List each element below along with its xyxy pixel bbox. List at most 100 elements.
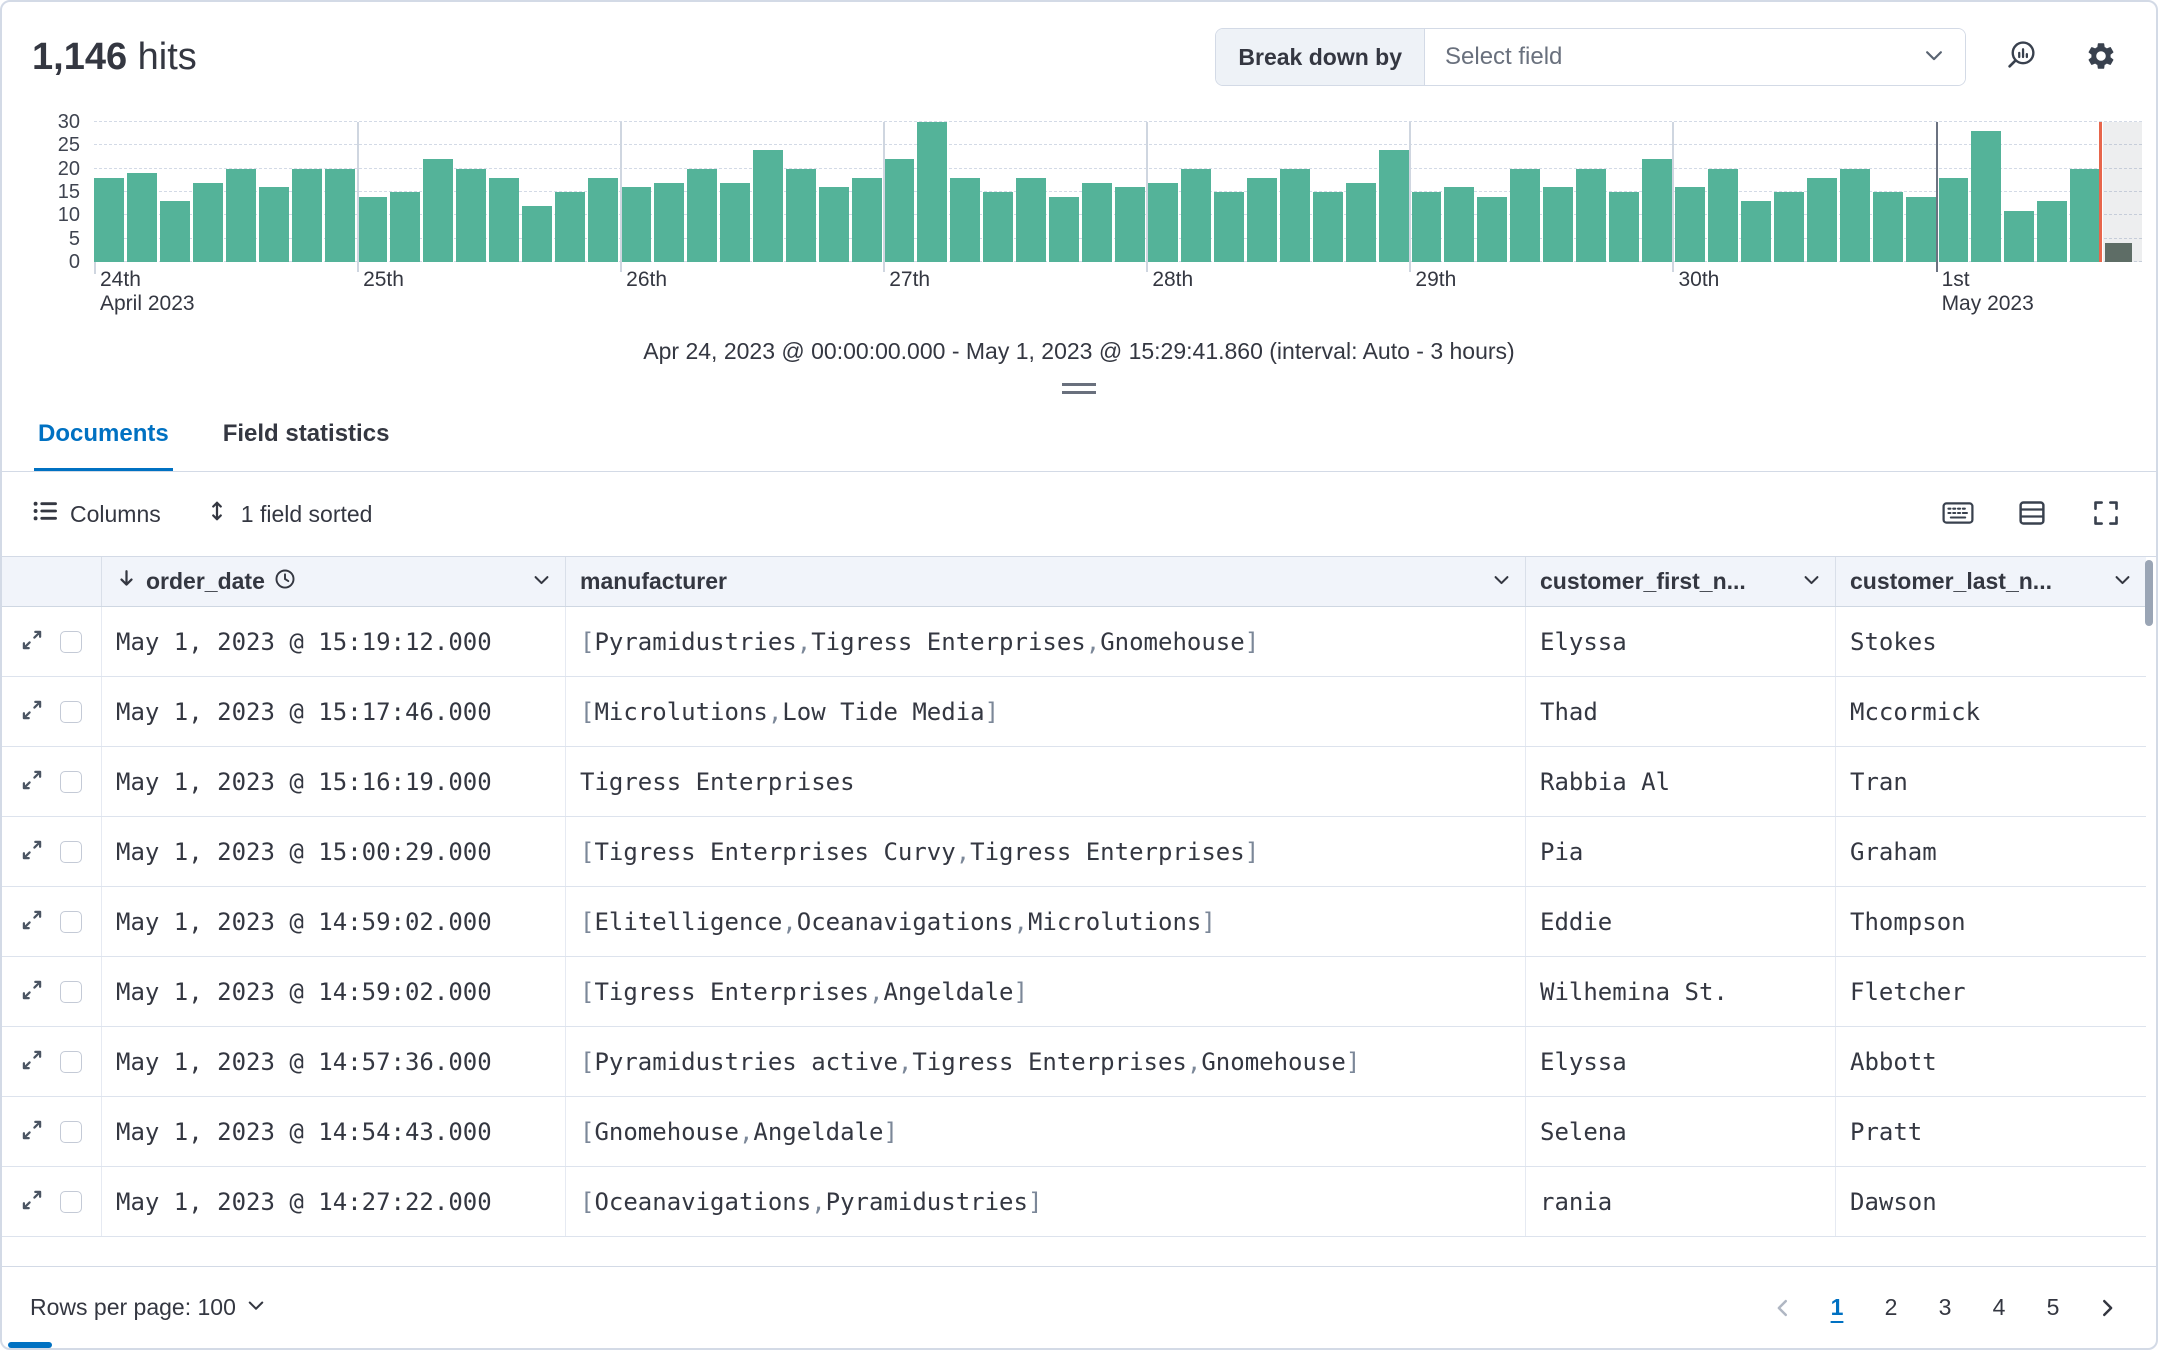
histogram-bar[interactable] [1543, 187, 1573, 262]
histogram-bar[interactable] [1609, 192, 1639, 262]
histogram-bar[interactable] [456, 169, 486, 262]
histogram-bar[interactable] [2004, 211, 2034, 262]
expand-row-button[interactable] [18, 978, 46, 1006]
histogram-bar[interactable] [1971, 131, 2001, 262]
histogram-bar[interactable] [489, 178, 519, 262]
histogram-bar[interactable] [1510, 169, 1540, 262]
histogram-bar[interactable] [852, 178, 882, 262]
histogram-bar[interactable] [390, 192, 420, 262]
row-checkbox[interactable] [60, 631, 82, 653]
breakdown-field-select[interactable]: Select field [1425, 29, 1965, 85]
histogram-bar[interactable] [423, 159, 453, 262]
header-cell-manufacturer[interactable]: manufacturer [566, 557, 1526, 606]
header-cell-customer_last_name[interactable]: customer_last_n... [1836, 557, 2146, 606]
histogram-bar[interactable] [2037, 201, 2067, 262]
histogram-bar[interactable] [1807, 178, 1837, 262]
histogram-bar[interactable] [193, 183, 223, 262]
histogram-bar[interactable] [94, 178, 124, 262]
histogram-bar[interactable] [1379, 150, 1409, 262]
row-checkbox[interactable] [60, 981, 82, 1003]
histogram-bar[interactable] [1576, 169, 1606, 262]
histogram-bar[interactable] [1939, 178, 1969, 262]
column-menu-chevron-icon[interactable] [1802, 568, 1821, 595]
histogram-bar[interactable] [1214, 192, 1244, 262]
row-checkbox[interactable] [60, 701, 82, 723]
row-checkbox[interactable] [60, 771, 82, 793]
header-cell-customer_first_name[interactable]: customer_first_n... [1526, 557, 1836, 606]
histogram-bar[interactable] [1016, 178, 1046, 262]
expand-row-button[interactable] [18, 698, 46, 726]
histogram-bar[interactable] [1247, 178, 1277, 262]
histogram-bar[interactable] [621, 187, 651, 262]
expand-row-button[interactable] [18, 1188, 46, 1216]
histogram-bar[interactable] [292, 169, 322, 262]
rows-per-page-button[interactable]: Rows per page: 100 [30, 1294, 266, 1321]
expand-row-button[interactable] [18, 628, 46, 656]
next-page-button[interactable] [2086, 1285, 2128, 1331]
tab-field-statistics[interactable]: Field statistics [219, 414, 394, 471]
histogram-bar[interactable] [1840, 169, 1870, 262]
columns-button[interactable]: Columns [32, 498, 161, 530]
histogram-bar[interactable] [917, 122, 947, 262]
histogram-bar[interactable] [753, 150, 783, 262]
sort-fields-button[interactable]: 1 field sorted [205, 499, 373, 529]
histogram-bar[interactable] [226, 169, 256, 262]
column-menu-chevron-icon[interactable] [532, 568, 551, 595]
row-checkbox[interactable] [60, 1121, 82, 1143]
histogram-bar[interactable] [127, 173, 157, 262]
edit-visualization-button[interactable] [1996, 32, 2046, 82]
histogram-bar[interactable] [1181, 169, 1211, 262]
histogram-bar[interactable] [1412, 192, 1442, 262]
display-options-button[interactable] [2012, 496, 2052, 532]
histogram-bar[interactable] [1708, 169, 1738, 262]
page-2-button[interactable]: 2 [1870, 1285, 1912, 1331]
expand-row-button[interactable] [18, 1048, 46, 1076]
histogram-bar[interactable] [1774, 192, 1804, 262]
histogram-bar[interactable] [885, 159, 915, 262]
histogram-bar[interactable] [555, 192, 585, 262]
histogram-bar[interactable] [160, 201, 190, 262]
histogram-bar[interactable] [1741, 201, 1771, 262]
histogram-bar[interactable] [1280, 169, 1310, 262]
histogram-bar[interactable] [1873, 192, 1903, 262]
histogram-bar[interactable] [1906, 197, 1936, 262]
histogram-bar[interactable] [588, 178, 618, 262]
histogram-bar[interactable] [1346, 183, 1376, 262]
page-1-button[interactable]: 1 [1816, 1285, 1858, 1331]
expand-row-button[interactable] [18, 768, 46, 796]
panel-resize-handle[interactable] [1062, 383, 1096, 394]
expand-row-button[interactable] [18, 908, 46, 936]
histogram-bar[interactable] [819, 187, 849, 262]
histogram-bar[interactable] [1675, 187, 1705, 262]
histogram-bar[interactable] [1477, 197, 1507, 262]
histogram-bar[interactable] [2070, 169, 2100, 262]
horizontal-scrollbar-thumb[interactable] [8, 1342, 52, 1348]
histogram-bar[interactable] [522, 206, 552, 262]
row-checkbox[interactable] [60, 911, 82, 933]
histogram-bar[interactable] [720, 183, 750, 262]
histogram-bar[interactable] [1313, 192, 1343, 262]
histogram-bar[interactable] [358, 197, 388, 262]
keyboard-shortcuts-button[interactable] [1938, 496, 1978, 532]
histogram-bar[interactable] [1082, 183, 1112, 262]
fullscreen-button[interactable] [2086, 496, 2126, 532]
tab-documents[interactable]: Documents [34, 414, 173, 471]
column-menu-chevron-icon[interactable] [2113, 568, 2132, 595]
page-3-button[interactable]: 3 [1924, 1285, 1966, 1331]
page-4-button[interactable]: 4 [1978, 1285, 2020, 1331]
histogram-bar[interactable] [786, 169, 816, 262]
histogram-bar[interactable] [687, 169, 717, 262]
histogram-bar[interactable] [1444, 187, 1474, 262]
row-checkbox[interactable] [60, 841, 82, 863]
histogram-bar[interactable] [983, 192, 1013, 262]
histogram-bar[interactable] [654, 183, 684, 262]
histogram-bar[interactable] [950, 178, 980, 262]
row-checkbox[interactable] [60, 1191, 82, 1213]
histogram-bar[interactable] [1115, 187, 1145, 262]
page-5-button[interactable]: 5 [2032, 1285, 2074, 1331]
column-menu-chevron-icon[interactable] [1492, 568, 1511, 595]
previous-page-button[interactable] [1762, 1285, 1804, 1331]
histogram-bar[interactable] [259, 187, 289, 262]
histogram-bar[interactable] [325, 169, 355, 262]
header-cell-order_date[interactable]: order_date [102, 557, 566, 606]
